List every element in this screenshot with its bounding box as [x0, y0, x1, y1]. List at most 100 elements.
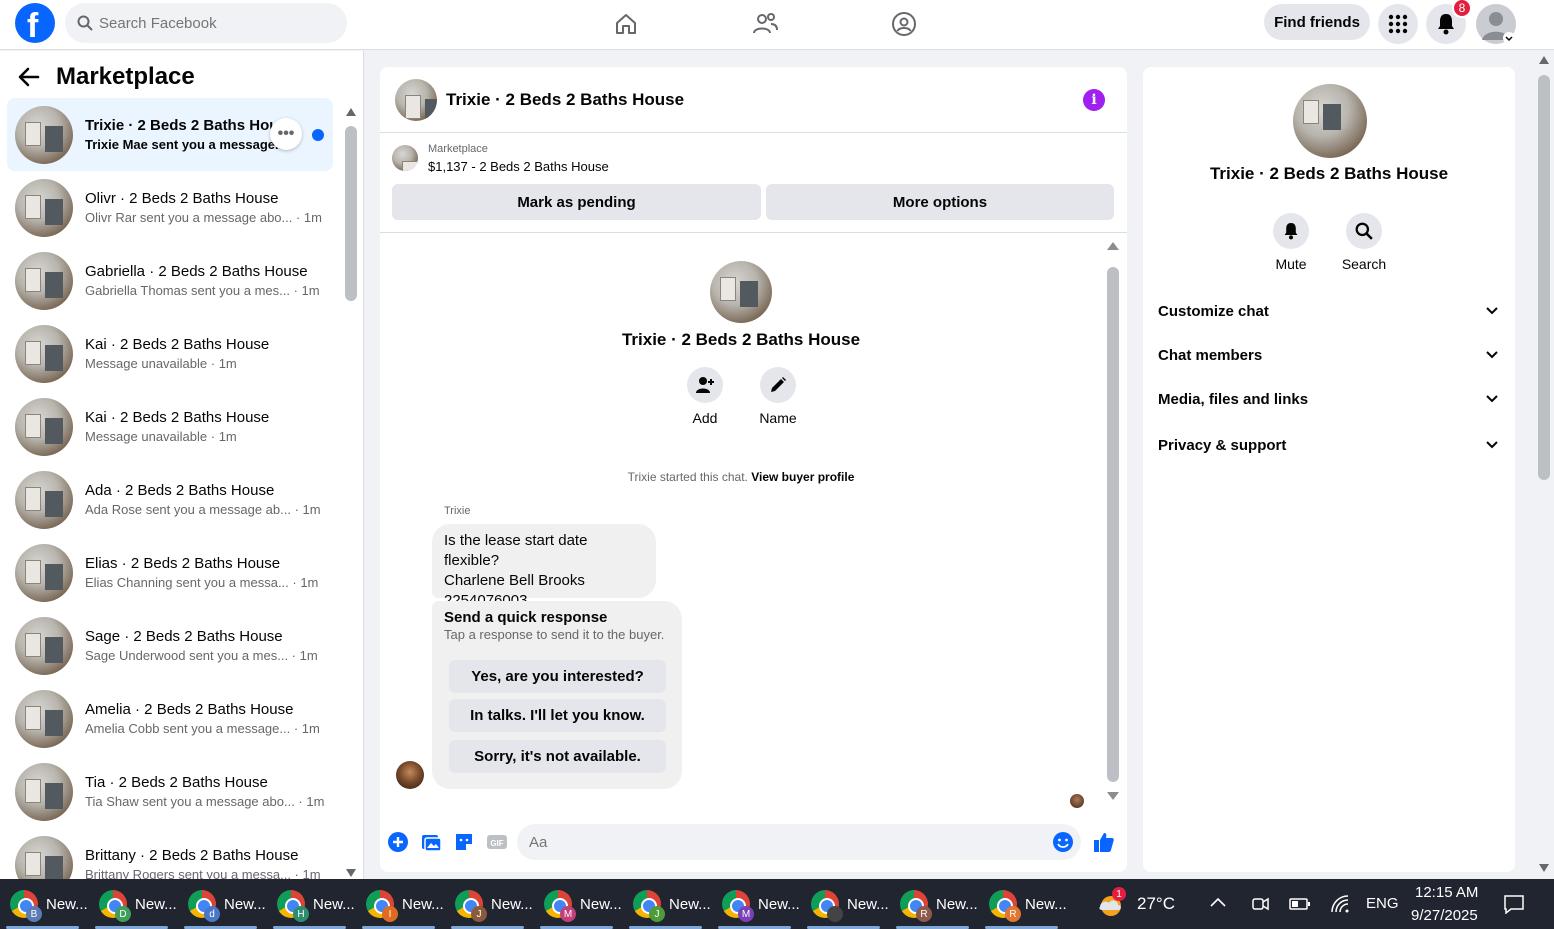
scroll-down-arrow-icon[interactable]	[1107, 792, 1119, 800]
taskbar-chrome-window[interactable]: M New...	[534, 879, 622, 929]
chat-list-item[interactable]: Kai · 2 Beds 2 Baths House Message unavai…	[7, 390, 333, 463]
page-scroll-down-icon[interactable]	[1539, 864, 1549, 872]
gif-icon[interactable]: GIF	[486, 831, 508, 853]
facebook-logo[interactable]: f	[15, 3, 55, 45]
add-person-icon	[696, 377, 714, 393]
chrome-icon: D	[99, 890, 131, 922]
taskbar-chrome-window[interactable]: I New...	[356, 879, 444, 929]
language-indicator[interactable]: ENG	[1366, 895, 1399, 912]
wifi-icon[interactable]	[1330, 894, 1350, 914]
taskbar-chrome-window[interactable]: d New...	[178, 879, 266, 929]
message-input-box[interactable]	[517, 824, 1081, 860]
chat-list-item[interactable]: Amelia · 2 Beds 2 Baths House Amelia Cobb…	[7, 682, 333, 755]
taskbar-label: New...	[580, 895, 622, 913]
taskbar-chrome-window[interactable]: D New...	[89, 879, 177, 929]
chat-list-item[interactable]: Sage · 2 Beds 2 Baths House Sage Underwoo…	[7, 609, 333, 682]
chevron-up-icon[interactable]	[1210, 897, 1226, 907]
photo-icon[interactable]	[420, 831, 442, 853]
chat-list-item[interactable]: Kai · 2 Beds 2 Baths House Message unavai…	[7, 317, 333, 390]
chat-list-item[interactable]: Ada · 2 Beds 2 Baths House Ada Rose sent …	[7, 463, 333, 536]
chat-list-item[interactable]: Gabriella · 2 Beds 2 Baths House Gabriell…	[7, 244, 333, 317]
weather-widget[interactable]: 1	[1096, 887, 1126, 919]
groups-icon[interactable]	[884, 8, 924, 40]
chevron-down-icon	[1486, 395, 1498, 403]
chat-started-notice: Trixie started this chat. View buyer pro…	[380, 470, 1102, 484]
avatar-icon	[1482, 12, 1515, 44]
page-scrollbar[interactable]	[1538, 75, 1550, 480]
taskbar-chrome-window[interactable]: J New...	[623, 879, 711, 929]
quick-response-option[interactable]: Sorry, it's not available.	[449, 740, 666, 773]
view-buyer-profile-link[interactable]: View buyer profile	[751, 470, 854, 484]
quick-response-option[interactable]: In talks. I'll let you know.	[449, 699, 666, 732]
scroll-up-arrow-icon[interactable]	[346, 108, 356, 116]
profile-badge: d	[204, 906, 220, 922]
chat-title: Amelia · 2 Beds 2 Baths House	[85, 701, 294, 718]
back-arrow-icon[interactable]	[18, 67, 40, 87]
thumbs-up-icon[interactable]	[1093, 831, 1115, 853]
add-people-action[interactable]: Add	[675, 367, 735, 426]
apps-menu-button[interactable]	[1378, 4, 1418, 44]
profile-avatar-button[interactable]	[1476, 4, 1516, 44]
more-options-button[interactable]: More options	[766, 184, 1114, 220]
listing-title[interactable]: $1,137 - 2 Beds 2 Baths House	[428, 159, 609, 174]
battery-icon[interactable]	[1289, 897, 1311, 911]
mute-action[interactable]: Mute	[1261, 213, 1321, 272]
taskbar-chrome-window[interactable]: New...	[801, 879, 889, 929]
chat-title: Tia · 2 Beds 2 Baths House	[85, 774, 268, 791]
chat-members-section[interactable]: Chat members	[1158, 340, 1498, 370]
chrome-icon: M	[544, 890, 576, 922]
section-label: Privacy & support	[1158, 436, 1287, 454]
chat-header-avatar[interactable]	[395, 78, 437, 121]
chat-scrollbar[interactable]	[1107, 267, 1119, 782]
message-composer: GIF	[380, 817, 1127, 872]
listing-thumbnail[interactable]	[392, 145, 418, 171]
scroll-down-arrow-icon[interactable]	[346, 869, 356, 877]
chat-list: Trixie · 2 Beds 2 Baths House Trixie Mae…	[7, 98, 333, 879]
page-scroll-up-icon[interactable]	[1539, 56, 1549, 64]
find-friends-button[interactable]: Find friends	[1264, 4, 1370, 40]
emoji-icon[interactable]	[1052, 831, 1074, 853]
friends-icon[interactable]	[745, 8, 785, 40]
chat-list-item[interactable]: Elias · 2 Beds 2 Baths House Elias Channi…	[7, 536, 333, 609]
chat-list-item[interactable]: Trixie · 2 Beds 2 Baths House Trixie Mae…	[7, 98, 333, 171]
mark-as-pending-button[interactable]: Mark as pending	[392, 184, 761, 220]
profile-badge: M	[560, 906, 576, 922]
listing-avatar	[15, 397, 73, 456]
media-files-links-section[interactable]: Media, files and links	[1158, 384, 1498, 414]
chat-header-title[interactable]: Trixie · 2 Beds 2 Baths House	[446, 90, 684, 110]
taskbar-chrome-window[interactable]: J New...	[445, 879, 533, 929]
info-icon[interactable]: i	[1083, 89, 1105, 111]
taskbar-chrome-window[interactable]: R New...	[890, 879, 978, 929]
meet-now-icon[interactable]	[1250, 894, 1270, 914]
privacy-support-section[interactable]: Privacy & support	[1158, 430, 1498, 460]
home-icon[interactable]	[606, 8, 646, 40]
taskbar-chrome-window[interactable]: B New...	[0, 879, 88, 929]
taskbar-chrome-window[interactable]: M New...	[712, 879, 800, 929]
search-input[interactable]	[99, 14, 329, 32]
clock-date[interactable]: 9/27/2025	[1411, 907, 1478, 924]
search-action[interactable]: Search	[1334, 213, 1394, 272]
profile-badge: I	[382, 906, 398, 922]
info-avatar	[1293, 84, 1367, 158]
search-box[interactable]	[65, 3, 347, 43]
customize-chat-section[interactable]: Customize chat	[1158, 296, 1498, 326]
quick-response-option[interactable]: Yes, are you interested?	[449, 660, 666, 693]
mute-label: Mute	[1275, 256, 1307, 272]
taskbar-chrome-window[interactable]: R New...	[979, 879, 1067, 929]
sidebar-scrollbar[interactable]	[345, 126, 357, 301]
notifications-button[interactable]: 8	[1426, 0, 1472, 44]
chat-list-item[interactable]: Olivr · 2 Beds 2 Baths House Olivr Rar se…	[7, 171, 333, 244]
chat-list-item[interactable]: Tia · 2 Beds 2 Baths House Tia Shaw sent …	[7, 755, 333, 828]
chat-preview: Gabriella Thomas sent you a mes... · 1m	[85, 283, 320, 298]
plus-circle-icon[interactable]	[387, 831, 409, 853]
chat-list-item[interactable]: Brittany · 2 Beds 2 Baths House Brittany …	[7, 828, 333, 879]
name-action[interactable]: Name	[748, 367, 808, 426]
more-options-button[interactable]: •••	[270, 118, 302, 150]
message-input[interactable]	[529, 833, 1029, 851]
taskbar-chrome-window[interactable]: H New...	[267, 879, 355, 929]
sticker-icon[interactable]	[453, 831, 475, 853]
notification-center-icon[interactable]	[1503, 894, 1525, 914]
scroll-up-arrow-icon[interactable]	[1107, 242, 1119, 250]
sender-avatar[interactable]	[396, 761, 424, 789]
clock-time[interactable]: 12:15 AM	[1415, 884, 1478, 901]
